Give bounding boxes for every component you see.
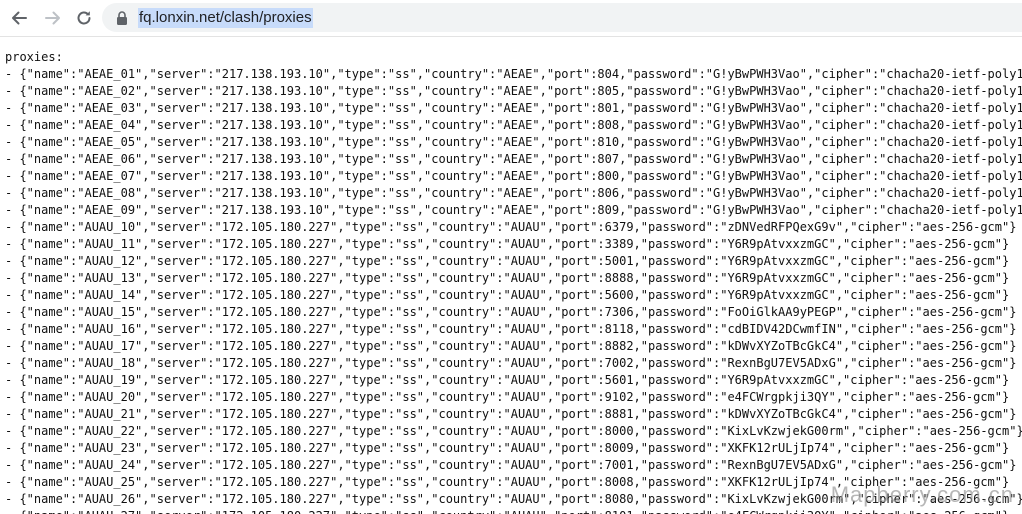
proxy-line: - {"name":"AUAU_19","server":"172.105.18… <box>5 373 1010 387</box>
forward-button[interactable] <box>40 5 66 31</box>
forward-arrow-icon <box>45 11 60 25</box>
proxy-line: - {"name":"AUAU_16","server":"172.105.18… <box>5 322 1017 336</box>
proxy-line: - {"name":"AUAU_22","server":"172.105.18… <box>5 424 1022 438</box>
browser-toolbar: fq.lonxin.net/clash/proxies <box>0 0 1022 37</box>
proxy-line: - {"name":"AUAU_12","server":"172.105.18… <box>5 254 1010 268</box>
proxy-line: - {"name":"AEAE_01","server":"217.138.19… <box>5 67 1022 81</box>
proxy-line: - {"name":"AEAE_07","server":"217.138.19… <box>5 169 1022 183</box>
proxies-header: proxies: <box>5 50 63 64</box>
proxy-line: - {"name":"AUAU_20","server":"172.105.18… <box>5 390 1010 404</box>
proxy-list: - {"name":"AEAE_01","server":"217.138.19… <box>5 66 1022 514</box>
proxy-line: - {"name":"AUAU_27","server":"172.105.18… <box>5 508 1022 514</box>
proxy-line: - {"name":"AUAU_15","server":"172.105.18… <box>5 305 1017 319</box>
back-button[interactable] <box>6 5 32 31</box>
page-content: proxies: - {"name":"AEAE_01","server":"2… <box>5 49 1022 514</box>
proxy-line: - {"name":"AUAU_11","server":"172.105.18… <box>5 237 1010 251</box>
proxy-line: - {"name":"AEAE_03","server":"217.138.19… <box>5 101 1022 115</box>
proxy-line: - {"name":"AUAU_21","server":"172.105.18… <box>5 407 1017 421</box>
watermark-text: Mapberry.com.cn <box>830 482 1014 507</box>
proxy-line: - {"name":"AEAE_02","server":"217.138.19… <box>5 84 1022 98</box>
proxy-line: - {"name":"AUAU_18","server":"172.105.18… <box>5 356 1017 370</box>
proxy-line: - {"name":"AEAE_05","server":"217.138.19… <box>5 135 1022 149</box>
reload-button[interactable] <box>71 5 97 31</box>
reload-icon <box>77 11 91 25</box>
proxy-line: - {"name":"AUAU_17","server":"172.105.18… <box>5 339 1017 353</box>
proxy-line: - {"name":"AUAU_10","server":"172.105.18… <box>5 220 1017 234</box>
proxy-line: - {"name":"AUAU_23","server":"172.105.18… <box>5 441 1010 455</box>
url-text[interactable]: fq.lonxin.net/clash/proxies <box>138 8 313 28</box>
proxy-line: - {"name":"AEAE_06","server":"217.138.19… <box>5 152 1022 166</box>
back-arrow-icon <box>12 11 27 25</box>
proxy-line: - {"name":"AEAE_09","server":"217.138.19… <box>5 203 1022 217</box>
lock-icon <box>117 11 127 25</box>
proxy-line: - {"name":"AUAU_13","server":"172.105.18… <box>5 271 1010 285</box>
proxy-line: - {"name":"AUAU_14","server":"172.105.18… <box>5 288 1010 302</box>
proxy-line: - {"name":"AUAU_24","server":"172.105.18… <box>5 458 1017 472</box>
proxy-line: - {"name":"AEAE_04","server":"217.138.19… <box>5 118 1022 132</box>
address-bar[interactable]: fq.lonxin.net/clash/proxies <box>102 3 1022 32</box>
proxy-line: - {"name":"AEAE_08","server":"217.138.19… <box>5 186 1022 200</box>
